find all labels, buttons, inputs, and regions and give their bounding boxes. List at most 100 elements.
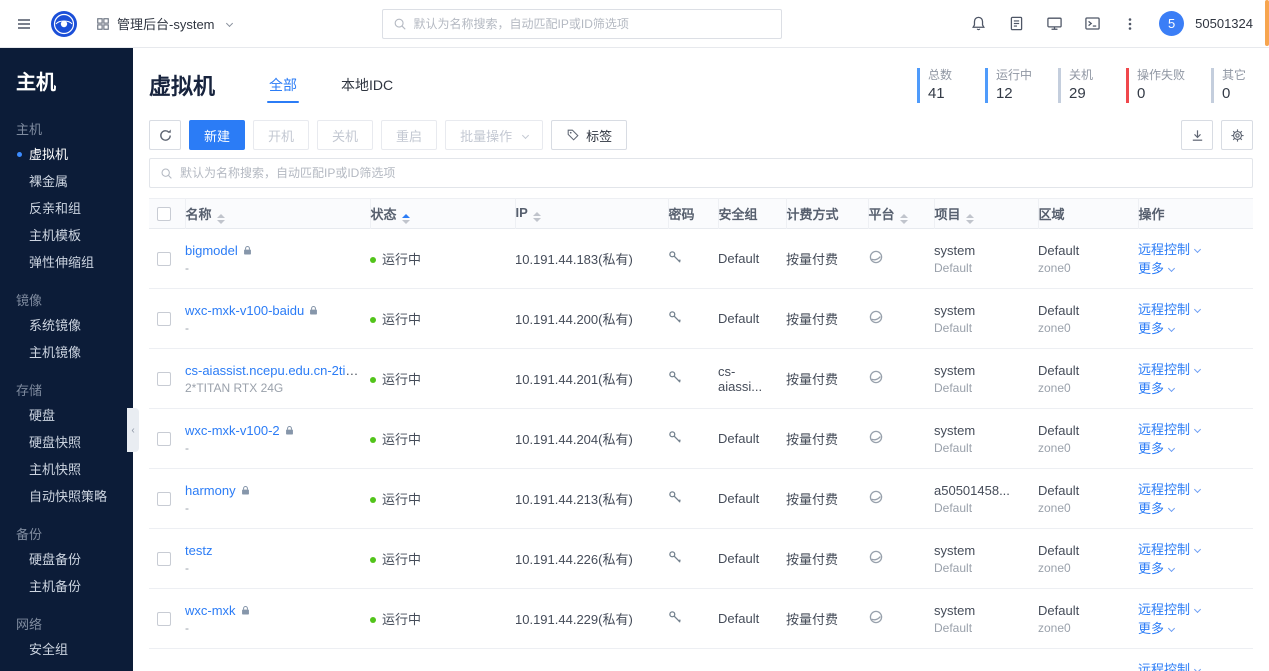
global-search[interactable] — [381, 8, 782, 39]
terminal-icon[interactable] — [1084, 15, 1101, 32]
column-header[interactable]: 项目 — [934, 198, 1039, 229]
select-all-checkbox[interactable] — [157, 207, 171, 222]
row-checkbox[interactable] — [157, 492, 171, 507]
password-key-icon[interactable] — [668, 370, 683, 385]
remote-control-link[interactable]: 远程控制 — [1138, 482, 1190, 497]
more-actions-link[interactable]: 更多 — [1138, 501, 1164, 516]
column-header[interactable]: 区域 — [1038, 198, 1139, 229]
remote-control-link[interactable]: 远程控制 — [1138, 602, 1190, 617]
power-off-button[interactable]: 关机 — [317, 120, 374, 150]
row-checkbox[interactable] — [157, 312, 171, 327]
export-button[interactable] — [1181, 120, 1213, 150]
column-header[interactable]: 计费方式 — [786, 198, 869, 229]
sidebar-item[interactable]: 反亲和组 — [0, 195, 133, 222]
remote-control-link[interactable]: 远程控制 — [1138, 242, 1190, 257]
vm-secgroup[interactable]: Default — [718, 589, 786, 649]
monitor-icon[interactable] — [1046, 15, 1063, 32]
column-header[interactable]: 密码 — [668, 198, 719, 229]
vm-secgroup[interactable]: Default — [718, 409, 786, 469]
vm-name-link[interactable]: wxc-mxk-v100-2 — [185, 423, 280, 438]
settings-gear-icon[interactable] — [1221, 120, 1253, 150]
remote-control-link[interactable]: 远程控制 — [1138, 362, 1190, 377]
password-key-icon[interactable] — [668, 610, 683, 625]
vm-name-link[interactable]: cs-aiassist.ncepu.edu.cn-2titan — [185, 363, 360, 378]
password-key-icon[interactable] — [668, 490, 683, 505]
brand-logo[interactable] — [50, 10, 78, 38]
password-key-icon[interactable] — [668, 310, 683, 325]
tab-local-idc[interactable]: 本地IDC — [339, 61, 395, 109]
password-key-icon[interactable] — [668, 550, 683, 565]
batch-actions-button[interactable]: 批量操作 — [445, 120, 544, 150]
remote-control-link[interactable]: 远程控制 — [1138, 662, 1190, 671]
vm-secgroup[interactable]: Default — [718, 529, 786, 589]
create-button[interactable]: 新建 — [189, 120, 246, 150]
menu-icon[interactable] — [16, 16, 32, 32]
sidebar-item[interactable]: 主机备份 — [0, 573, 133, 600]
tab-all[interactable]: 全部 — [267, 61, 300, 109]
remote-control-link[interactable]: 远程控制 — [1138, 422, 1190, 437]
sidebar-item[interactable]: 裸金属 — [0, 168, 133, 195]
row-checkbox[interactable] — [157, 612, 171, 627]
sidebar-collapse-handle[interactable]: ‹ — [127, 408, 139, 452]
kebab-menu-icon[interactable] — [1122, 16, 1138, 32]
sort-icon[interactable] — [965, 213, 974, 224]
vm-secgroup[interactable] — [718, 649, 786, 671]
vm-name-link[interactable]: testz — [185, 543, 212, 558]
vm-name-link[interactable]: wxc-mxk — [185, 603, 236, 618]
document-icon[interactable] — [1008, 15, 1025, 32]
column-header[interactable]: 状态 — [370, 198, 516, 229]
more-actions-link[interactable]: 更多 — [1138, 561, 1164, 576]
vm-secgroup[interactable]: Default — [718, 469, 786, 529]
tag-button[interactable]: 标签 — [551, 120, 628, 150]
column-header[interactable]: IP — [515, 198, 669, 229]
table-filter-input[interactable] — [180, 166, 1242, 180]
refresh-button[interactable] — [149, 120, 181, 150]
sidebar-item[interactable]: 硬盘 — [0, 402, 133, 429]
sidebar-item[interactable]: 主机模板 — [0, 222, 133, 249]
row-checkbox[interactable] — [157, 372, 171, 387]
restart-button[interactable]: 重启 — [381, 120, 438, 150]
sort-icon[interactable] — [216, 213, 225, 224]
row-checkbox[interactable] — [157, 252, 171, 267]
avatar[interactable]: 5 — [1159, 11, 1185, 36]
sidebar-item[interactable]: 硬盘备份 — [0, 546, 133, 573]
column-header[interactable]: 名称 — [185, 198, 371, 229]
sidebar-item[interactable]: 自动快照策略 — [0, 483, 133, 510]
sort-icon[interactable] — [532, 212, 541, 222]
sidebar-item[interactable]: 弹性伸缩组 — [0, 249, 133, 276]
vm-name-link[interactable]: bigmodel — [185, 243, 238, 258]
more-actions-link[interactable]: 更多 — [1138, 261, 1164, 276]
remote-control-link[interactable]: 远程控制 — [1138, 542, 1190, 557]
more-actions-link[interactable]: 更多 — [1138, 441, 1164, 456]
column-header[interactable]: 平台 — [868, 198, 935, 229]
notifications-bell-icon[interactable] — [970, 15, 987, 32]
sort-icon[interactable] — [899, 213, 908, 224]
power-on-button[interactable]: 开机 — [253, 120, 310, 150]
more-actions-link[interactable]: 更多 — [1138, 381, 1164, 396]
sort-icon[interactable] — [401, 213, 410, 224]
row-checkbox[interactable] — [157, 552, 171, 567]
vm-secgroup[interactable]: Default — [718, 229, 786, 289]
vm-secgroup[interactable]: cs-aiassi... — [718, 349, 786, 409]
column-header[interactable]: 操作 — [1138, 199, 1253, 229]
app-switcher[interactable]: 管理后台-system — [96, 14, 233, 33]
username[interactable]: 50501324 — [1195, 16, 1253, 31]
scrollbar-thumb[interactable] — [1265, 0, 1269, 46]
table-filter[interactable] — [149, 158, 1253, 188]
row-checkbox[interactable] — [157, 432, 171, 447]
password-key-icon[interactable] — [668, 430, 683, 445]
vm-name-link[interactable]: wxc-mxk-v100-baidu — [185, 303, 304, 318]
sidebar-item[interactable]: 安全组 — [0, 636, 133, 663]
vm-name-link[interactable]: harmony — [185, 483, 236, 498]
sidebar-item[interactable]: 主机快照 — [0, 456, 133, 483]
more-actions-link[interactable]: 更多 — [1138, 321, 1164, 336]
sidebar-item[interactable]: 虚拟机 — [0, 141, 133, 168]
sidebar-item[interactable]: 硬盘快照 — [0, 429, 133, 456]
sidebar-item[interactable]: 系统镜像 — [0, 312, 133, 339]
sidebar-item[interactable]: 主机镜像 — [0, 339, 133, 366]
global-search-input[interactable] — [413, 16, 771, 31]
column-header[interactable]: 安全组 — [718, 198, 787, 229]
more-actions-link[interactable]: 更多 — [1138, 621, 1164, 636]
password-key-icon[interactable] — [668, 250, 683, 265]
vm-secgroup[interactable]: Default — [718, 289, 786, 349]
